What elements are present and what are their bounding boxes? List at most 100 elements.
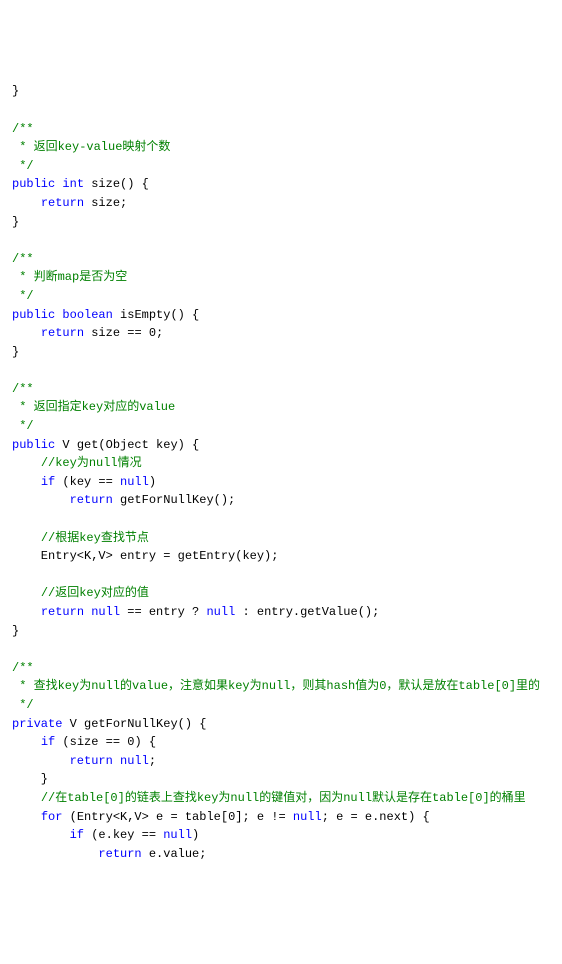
code-line: */ (12, 696, 550, 715)
code-token: return (41, 326, 84, 340)
code-token: (e.key == (84, 828, 163, 842)
code-line: * 判断map是否为空 (12, 268, 550, 287)
code-line (12, 566, 550, 585)
code-token: if (70, 828, 84, 842)
code-line: private V getForNullKey() { (12, 715, 550, 734)
code-token: null (91, 605, 120, 619)
code-token: e.value; (142, 847, 207, 861)
code-line: return getForNullKey(); (12, 491, 550, 510)
code-token (12, 493, 70, 507)
code-line (12, 361, 550, 380)
code-token: size() { (84, 177, 149, 191)
code-token: private (12, 717, 62, 731)
code-line: return e.value; (12, 845, 550, 864)
code-line: /** (12, 250, 550, 269)
code-line: */ (12, 287, 550, 306)
code-token: return (41, 196, 84, 210)
code-token: if (41, 475, 55, 489)
code-line: if (key == null) (12, 473, 550, 492)
code-line: * 返回指定key对应的value (12, 398, 550, 417)
code-token: null (163, 828, 192, 842)
code-line: //根据key查找节点 (12, 529, 550, 548)
code-line: /** (12, 120, 550, 139)
code-line: } (12, 770, 550, 789)
code-line: /** (12, 380, 550, 399)
code-line: if (e.key == null) (12, 826, 550, 845)
code-token: /** (12, 122, 34, 136)
code-line: //返回key对应的值 (12, 584, 550, 603)
code-token: if (41, 735, 55, 749)
code-token: return (41, 605, 84, 619)
code-line: public int size() { (12, 175, 550, 194)
code-token: //根据key查找节点 (41, 531, 149, 545)
code-line (12, 640, 550, 659)
code-token: } (12, 84, 19, 98)
code-token: /** (12, 252, 34, 266)
code-line (12, 231, 550, 250)
code-token: //在table[0]的链表上查找key为null的键值对，因为null默认是存… (41, 791, 526, 805)
code-token: ]; e != (235, 810, 293, 824)
code-token (12, 531, 41, 545)
code-token: null (293, 810, 322, 824)
code-token (12, 456, 41, 470)
code-token (12, 735, 41, 749)
code-token: (key == (55, 475, 120, 489)
code-token: } (12, 772, 48, 786)
code-token: * 返回key-value映射个数 (12, 140, 170, 154)
code-token: } (12, 624, 19, 638)
code-token: ; (156, 326, 163, 340)
code-line: return null; (12, 752, 550, 771)
code-token (12, 791, 41, 805)
code-token (12, 196, 41, 210)
code-token: */ (12, 419, 34, 433)
code-token (12, 586, 41, 600)
code-token: ) (192, 828, 199, 842)
code-line: return null == entry ? null : entry.getV… (12, 603, 550, 622)
code-token: getForNullKey(); (113, 493, 235, 507)
code-token: //key为null情况 (41, 456, 142, 470)
code-token: size; (84, 196, 127, 210)
code-line: public V get(Object key) { (12, 436, 550, 455)
code-token: /** (12, 661, 34, 675)
code-token: * 返回指定key对应的value (12, 400, 175, 414)
code-line: //在table[0]的链表上查找key为null的键值对，因为null默认是存… (12, 789, 550, 808)
code-token: public (12, 308, 55, 322)
code-token: == entry ? (120, 605, 206, 619)
code-token (12, 605, 41, 619)
code-line: } (12, 213, 550, 232)
code-token: */ (12, 159, 34, 173)
code-token (12, 847, 98, 861)
code-token: ) (149, 475, 156, 489)
code-token: * 查找key为null的value，注意如果key为null，则其hash值为… (12, 679, 540, 693)
code-token: return (98, 847, 141, 861)
code-token: (size == (55, 735, 127, 749)
code-line: public boolean isEmpty() { (12, 306, 550, 325)
code-token: Entry<K,V> entry = getEntry(key); (12, 549, 278, 563)
code-token: //返回key对应的值 (41, 586, 149, 600)
code-token: return (70, 493, 113, 507)
code-token: */ (12, 698, 34, 712)
code-line: for (Entry<K,V> e = table[0]; e != null;… (12, 808, 550, 827)
code-token: boolean (62, 308, 112, 322)
code-token: ; e = e.next) { (322, 810, 430, 824)
code-line: * 查找key为null的value，注意如果key为null，则其hash值为… (12, 677, 550, 696)
code-line (12, 510, 550, 529)
code-line: } (12, 343, 550, 362)
code-token: */ (12, 289, 34, 303)
code-token: V getForNullKey() { (62, 717, 206, 731)
code-token: int (62, 177, 84, 191)
code-line: if (size == 0) { (12, 733, 550, 752)
code-line: */ (12, 417, 550, 436)
code-token (12, 810, 41, 824)
code-token (12, 475, 41, 489)
code-token: for (41, 810, 63, 824)
code-token: : entry.getValue(); (235, 605, 379, 619)
code-token: public (12, 177, 55, 191)
code-token: 0 (228, 810, 235, 824)
code-token (12, 326, 41, 340)
code-token: } (12, 345, 19, 359)
code-line: return size; (12, 194, 550, 213)
code-line: } (12, 82, 550, 101)
code-line (12, 101, 550, 120)
code-block: } /** * 返回key-value映射个数 */ public int siz… (12, 82, 550, 863)
